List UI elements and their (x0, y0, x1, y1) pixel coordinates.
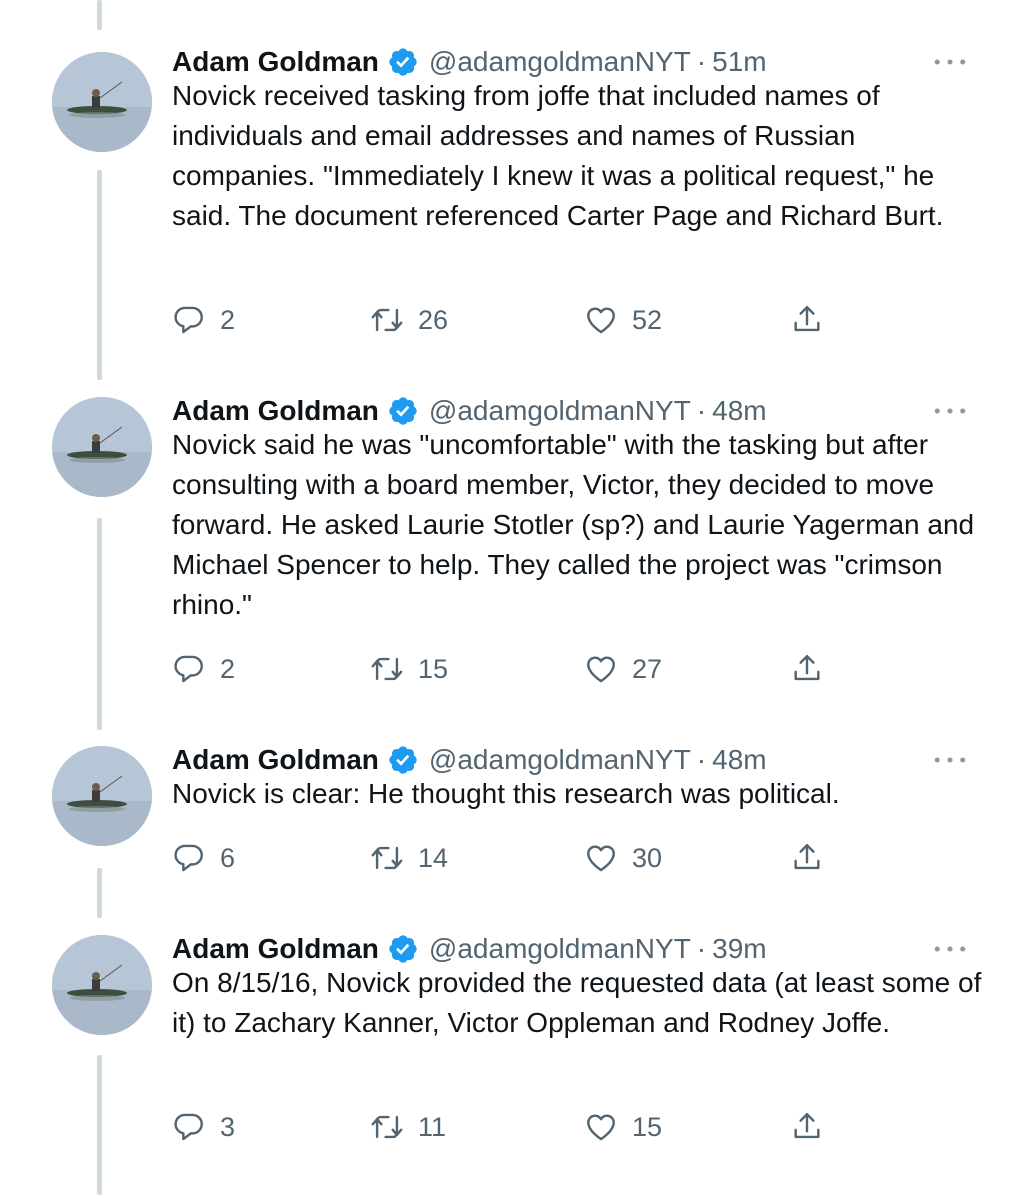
avatar[interactable] (52, 397, 152, 497)
heart-icon (587, 656, 615, 683)
like-count: 30 (632, 842, 663, 873)
share-button[interactable] (790, 1105, 824, 1149)
verified-badge-icon (387, 933, 419, 965)
author-name[interactable]: Adam Goldman (172, 395, 379, 427)
retweet-count: 26 (418, 304, 449, 335)
reply-button[interactable]: 3 (172, 1105, 235, 1149)
reply-icon (174, 306, 203, 334)
thread-line (97, 170, 102, 380)
tweet-actions: 3 11 15 (172, 1105, 842, 1149)
verified-badge-icon (387, 744, 419, 776)
avatar[interactable] (52, 935, 152, 1035)
retweet-button[interactable]: 26 (370, 298, 448, 342)
reply-button[interactable]: 2 (172, 647, 235, 691)
share-icon (794, 306, 820, 332)
share-icon (794, 655, 820, 681)
reply-count: 2 (220, 653, 236, 684)
like-button[interactable]: 27 (584, 647, 662, 691)
like-count: 52 (632, 304, 663, 335)
tweet-text: On 8/15/16, Novick provided the requeste… (172, 967, 982, 1038)
heart-icon (587, 307, 615, 334)
retweet-icon (371, 1115, 403, 1139)
retweet-button[interactable]: 15 (370, 647, 448, 691)
reply-count: 3 (220, 1111, 236, 1142)
timestamp[interactable]: 48m (712, 744, 766, 776)
tweet-actions: 6 14 30 (172, 836, 842, 880)
reply-button[interactable]: 2 (172, 298, 235, 342)
timestamp[interactable]: 51m (712, 46, 766, 78)
timestamp[interactable]: 39m (712, 933, 766, 965)
author-handle[interactable]: @adamgoldmanNYT (429, 46, 691, 78)
retweet-count: 14 (418, 842, 449, 873)
thread-line (97, 0, 102, 30)
heart-icon (587, 1114, 615, 1141)
retweet-count: 15 (418, 653, 449, 684)
verified-badge-icon (387, 395, 419, 427)
author-handle[interactable]: @adamgoldmanNYT (429, 395, 691, 427)
avatar[interactable] (52, 52, 152, 152)
thread-line (97, 518, 102, 730)
author-name[interactable]: Adam Goldman (172, 46, 379, 78)
author-name[interactable]: Adam Goldman (172, 933, 379, 965)
share-icon (794, 844, 820, 870)
share-icon (794, 1113, 820, 1139)
retweet-icon (371, 308, 403, 332)
tweet-actions: 2 26 52 (172, 298, 842, 342)
like-count: 27 (632, 653, 663, 684)
share-button[interactable] (790, 647, 824, 691)
separator: · (696, 744, 707, 775)
reply-icon (174, 844, 203, 872)
like-button[interactable]: 30 (584, 836, 662, 880)
author-name[interactable]: Adam Goldman (172, 744, 379, 776)
reply-button[interactable]: 6 (172, 836, 235, 880)
like-button[interactable]: 15 (584, 1105, 662, 1149)
separator: · (696, 46, 707, 77)
share-button[interactable] (790, 298, 824, 342)
timestamp[interactable]: 48m (712, 395, 766, 427)
retweet-count: 11 (418, 1111, 447, 1142)
heart-icon (587, 845, 615, 872)
reply-icon (174, 1113, 203, 1141)
like-button[interactable]: 52 (584, 298, 662, 342)
reply-count: 6 (220, 842, 236, 873)
author-handle[interactable]: @adamgoldmanNYT (429, 744, 691, 776)
avatar[interactable] (52, 746, 152, 846)
share-button[interactable] (790, 836, 824, 880)
tweet-actions: 2 15 27 (172, 647, 842, 691)
tweet-text: Novick received tasking from joffe that … (172, 80, 944, 231)
tweet-text: Novick is clear: He thought this researc… (172, 778, 840, 809)
retweet-icon (371, 657, 403, 681)
thread-line (97, 1055, 102, 1195)
separator: · (696, 395, 707, 426)
thread-line (97, 868, 102, 918)
verified-badge-icon (387, 46, 419, 78)
retweet-button[interactable]: 14 (370, 836, 448, 880)
retweet-icon (371, 846, 403, 870)
reply-count: 2 (220, 304, 236, 335)
like-count: 15 (632, 1111, 663, 1142)
retweet-button[interactable]: 11 (370, 1105, 446, 1149)
separator: · (696, 933, 707, 964)
author-handle[interactable]: @adamgoldmanNYT (429, 933, 691, 965)
reply-icon (174, 655, 203, 683)
tweet-text: Novick said he was "uncomfortable" with … (172, 429, 975, 620)
